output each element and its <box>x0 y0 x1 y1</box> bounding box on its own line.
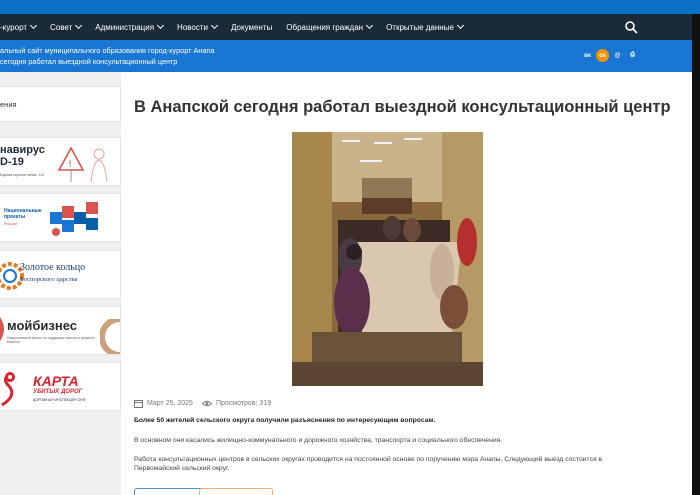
nav-item-news[interactable]: Новости <box>170 14 224 40</box>
top-strip <box>0 0 700 14</box>
nav-item-administration[interactable]: Администрация <box>88 14 170 40</box>
chevron-down-icon <box>210 21 219 30</box>
main-navigation: -курорт Совет Администрация Новости Доку… <box>0 14 700 40</box>
chevron-down-icon <box>366 21 374 30</box>
article: В Анапской сегодня работал выездной конс… <box>121 72 692 495</box>
nav-item-open-data[interactable]: Открытые данные <box>379 14 470 40</box>
site-name: альный сайт муниципального образования г… <box>0 46 215 55</box>
vk-icon[interactable]: вк <box>581 49 594 62</box>
search-icon[interactable] <box>624 20 638 34</box>
page-subtitle: сегодня работал выездной консультационны… <box>0 57 178 66</box>
article-paragraph: Первомайский сельский округ. <box>134 465 230 472</box>
nav-item-appeals[interactable]: Обращения граждан <box>279 14 379 40</box>
covid-banner[interactable]: навирус D-19 Единая горячая линия: 112 ! <box>0 137 121 186</box>
map-pin-icon <box>1 371 15 407</box>
share-button[interactable] <box>134 488 208 495</box>
article-lead: Более 50 жителей сельского округа получи… <box>134 417 436 424</box>
site-banner: альный сайт муниципального образования г… <box>0 40 692 72</box>
national-projects-logo-icon <box>50 202 98 236</box>
chevron-down-icon <box>456 21 464 30</box>
article-date: Март 25, 2025 <box>147 400 193 407</box>
page-scrollbar[interactable] <box>692 72 700 495</box>
article-photo[interactable] <box>292 132 483 386</box>
article-paragraph: Работа консультационных центров в сельск… <box>134 456 603 463</box>
article-paragraph: В основном они касались жилищно-коммунал… <box>134 437 503 444</box>
killed-roads-banner[interactable]: КАРТА УБИТЫХ ДОРОГ ДОРОЖНАЯ ИНСПЕКЦИЯ ОН… <box>0 362 121 411</box>
chevron-down-icon <box>157 21 165 30</box>
moy-biznes-banner[interactable]: мойбизнес Национальный проект по поддерж… <box>0 306 121 355</box>
print-icon[interactable]: ⎙ <box>626 49 639 62</box>
article-views: Просмотров: 319 <box>215 400 272 407</box>
chevron-down-icon <box>75 21 83 30</box>
sidebar-menu-item[interactable]: ения <box>0 86 121 122</box>
chevron-down-icon <box>29 21 38 30</box>
share-button[interactable] <box>199 488 273 495</box>
svg-text:!: ! <box>68 159 72 170</box>
ok-icon[interactable]: ок <box>596 49 609 62</box>
nav-edge <box>692 14 700 72</box>
golden-ring-banner[interactable]: Золотое кольцо Боспорского царства <box>0 250 121 299</box>
national-projects-banner[interactable]: Национальные проекты России <box>0 193 121 242</box>
article-title: В Анапской сегодня работал выездной конс… <box>134 98 671 116</box>
nav-item-documents[interactable]: Документы <box>224 14 279 40</box>
article-meta: Март 25, 2025 Просмотров: 319 <box>134 399 271 408</box>
moy-biznes-arc-icon <box>100 319 120 354</box>
nav-item-city[interactable]: -курорт <box>0 14 43 40</box>
covid-warning-icon: ! <box>57 146 108 183</box>
eye-icon <box>201 400 212 407</box>
calendar-icon <box>134 400 143 408</box>
nav-item-council[interactable]: Совет <box>43 14 88 40</box>
mail-icon[interactable]: @ <box>611 49 624 62</box>
